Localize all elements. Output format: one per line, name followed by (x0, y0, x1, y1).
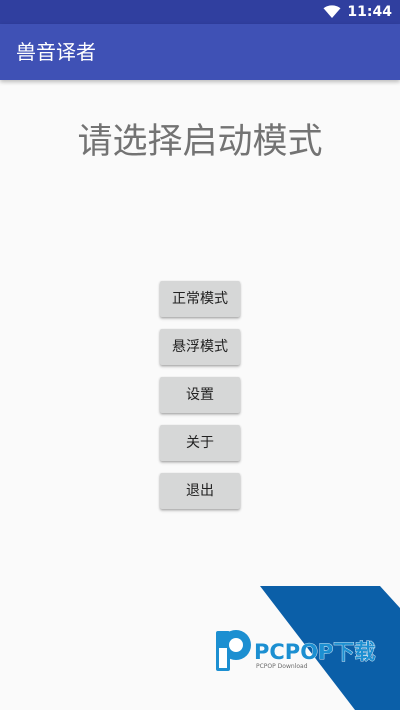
about-button[interactable]: 关于 (160, 425, 240, 461)
app-title: 兽音译者 (16, 40, 96, 64)
normal-mode-button[interactable]: 正常模式 (160, 281, 240, 317)
settings-button[interactable]: 设置 (160, 377, 240, 413)
watermark-sub-text: PCPOP Download (256, 663, 308, 670)
status-icons: 11:44 (323, 0, 392, 24)
page-heading: 请选择启动模式 (77, 122, 323, 162)
app-bar: 兽音译者 (0, 24, 400, 80)
exit-button[interactable]: 退出 (160, 473, 240, 509)
watermark-brand-text: PCPOP下载 (254, 640, 375, 664)
pcpop-watermark: PCPOP下载 PCPOP Download (216, 586, 400, 710)
floating-mode-button[interactable]: 悬浮模式 (160, 329, 240, 365)
status-time: 11:44 (347, 4, 392, 20)
watermark-banner-shape (260, 586, 400, 710)
wifi-icon (323, 5, 341, 18)
pcpop-logo-icon (216, 630, 251, 671)
status-bar: 11:44 (0, 0, 400, 24)
